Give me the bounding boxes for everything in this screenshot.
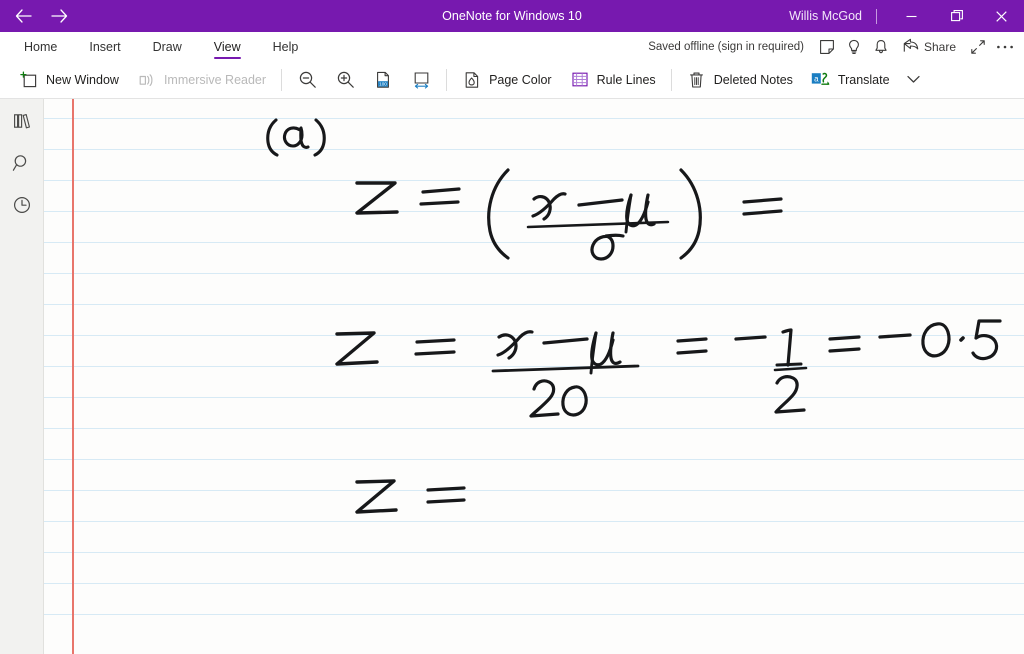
- lightbulb-icon[interactable]: [841, 34, 867, 60]
- new-window-button[interactable]: New Window: [10, 65, 128, 95]
- page-color-label: Page Color: [489, 72, 552, 87]
- chevron-down-icon[interactable]: [901, 67, 927, 93]
- immersive-reader-label: Immersive Reader: [163, 72, 267, 87]
- tab-underline: [89, 57, 120, 60]
- zoom-in-button[interactable]: [326, 65, 364, 95]
- ribbon-tab-row: Home Insert Draw View Help Saved offline…: [0, 32, 1024, 61]
- deleted-notes-button[interactable]: Deleted Notes: [678, 65, 802, 95]
- ink-equation-3: [355, 479, 466, 514]
- onenote-window: OneNote for Windows 10 Willis McGod Home: [0, 0, 1024, 654]
- bell-icon[interactable]: [868, 34, 894, 60]
- translate-icon: a: [811, 70, 831, 90]
- tab-insert[interactable]: Insert: [73, 32, 136, 61]
- svg-text:100: 100: [379, 81, 387, 86]
- share-button[interactable]: Share: [895, 34, 964, 60]
- share-icon: [903, 38, 919, 56]
- tab-draw[interactable]: Draw: [137, 32, 198, 61]
- share-label: Share: [923, 39, 956, 54]
- immersive-reader-icon: [137, 70, 157, 90]
- left-rail: [0, 99, 44, 654]
- svg-text:a: a: [814, 74, 819, 83]
- forward-arrow-icon[interactable]: [42, 1, 76, 31]
- handwritten-ink-layer: [44, 99, 1024, 654]
- tab-help-label: Help: [272, 39, 299, 54]
- rule-lines-icon: [570, 70, 590, 90]
- tab-view[interactable]: View: [198, 32, 257, 61]
- page-color-icon: [462, 70, 482, 90]
- navigation-buttons: [0, 1, 76, 31]
- zoom-out-icon: [297, 70, 317, 90]
- search-icon: [12, 153, 32, 178]
- ribbon-toolbar: New Window Immersive Reader 100 Page Col…: [0, 61, 1024, 99]
- minimize-button[interactable]: [889, 0, 934, 32]
- immersive-reader-button[interactable]: Immersive Reader: [128, 65, 275, 95]
- ink-equation-1: [355, 168, 783, 261]
- account-name[interactable]: Willis McGod: [783, 9, 876, 23]
- trash-icon: [687, 70, 707, 90]
- restore-button[interactable]: [934, 0, 979, 32]
- note-page-canvas[interactable]: [44, 99, 1024, 654]
- titlebar-right-group: Willis McGod: [783, 0, 1024, 32]
- translate-label: Translate: [837, 72, 890, 87]
- new-window-label: New Window: [46, 72, 119, 87]
- translate-button[interactable]: a Translate: [802, 65, 899, 95]
- ribbon-tabs: Home Insert Draw View Help: [0, 32, 314, 61]
- tab-row-right-group: Saved offline (sign in required) Share: [648, 32, 1024, 61]
- tab-help[interactable]: Help: [257, 32, 315, 61]
- workspace: [0, 99, 1024, 654]
- new-window-icon: [19, 70, 39, 90]
- tab-underline: [153, 57, 182, 60]
- titlebar-divider: [876, 8, 877, 24]
- page-width-button[interactable]: [402, 65, 440, 95]
- save-status-text: Saved offline (sign in required): [648, 40, 804, 53]
- rule-lines-label: Rule Lines: [596, 72, 656, 87]
- tab-underline: [273, 57, 299, 60]
- tab-home[interactable]: Home: [8, 32, 73, 61]
- tab-draw-label: Draw: [152, 39, 182, 54]
- close-button[interactable]: [979, 0, 1024, 32]
- expand-diagonal-icon[interactable]: [965, 34, 991, 60]
- zoom-in-icon: [335, 70, 355, 90]
- zoom-out-button[interactable]: [288, 65, 326, 95]
- ink-equation-2: [335, 319, 1002, 418]
- page-color-button[interactable]: Page Color: [453, 65, 561, 95]
- zoom-100-icon: 100: [373, 70, 393, 90]
- tab-underline: [24, 57, 57, 60]
- ellipsis-icon[interactable]: [992, 34, 1018, 60]
- ribbon-divider: [670, 68, 672, 91]
- sidebar-item-notebooks[interactable]: [6, 107, 38, 139]
- sidebar-item-recent-notes[interactable]: [6, 191, 38, 223]
- tab-insert-label: Insert: [89, 39, 121, 54]
- title-bar: OneNote for Windows 10 Willis McGod: [0, 0, 1024, 32]
- zoom-100-button[interactable]: 100: [364, 65, 402, 95]
- tab-underline-active: [213, 56, 241, 59]
- tab-home-label: Home: [24, 39, 58, 54]
- ribbon-divider: [281, 68, 283, 91]
- tab-view-label: View: [213, 39, 241, 54]
- notebooks-icon: [12, 112, 32, 135]
- page-width-icon: [411, 70, 431, 90]
- deleted-notes-label: Deleted Notes: [713, 72, 793, 87]
- clock-icon: [12, 195, 32, 220]
- back-arrow-icon[interactable]: [6, 1, 40, 31]
- ribbon-divider: [446, 68, 448, 91]
- ink-label-a: [266, 118, 326, 157]
- rule-lines-button[interactable]: Rule Lines: [561, 65, 665, 95]
- sidebar-item-search[interactable]: [6, 149, 38, 181]
- sticky-note-icon[interactable]: [814, 34, 840, 60]
